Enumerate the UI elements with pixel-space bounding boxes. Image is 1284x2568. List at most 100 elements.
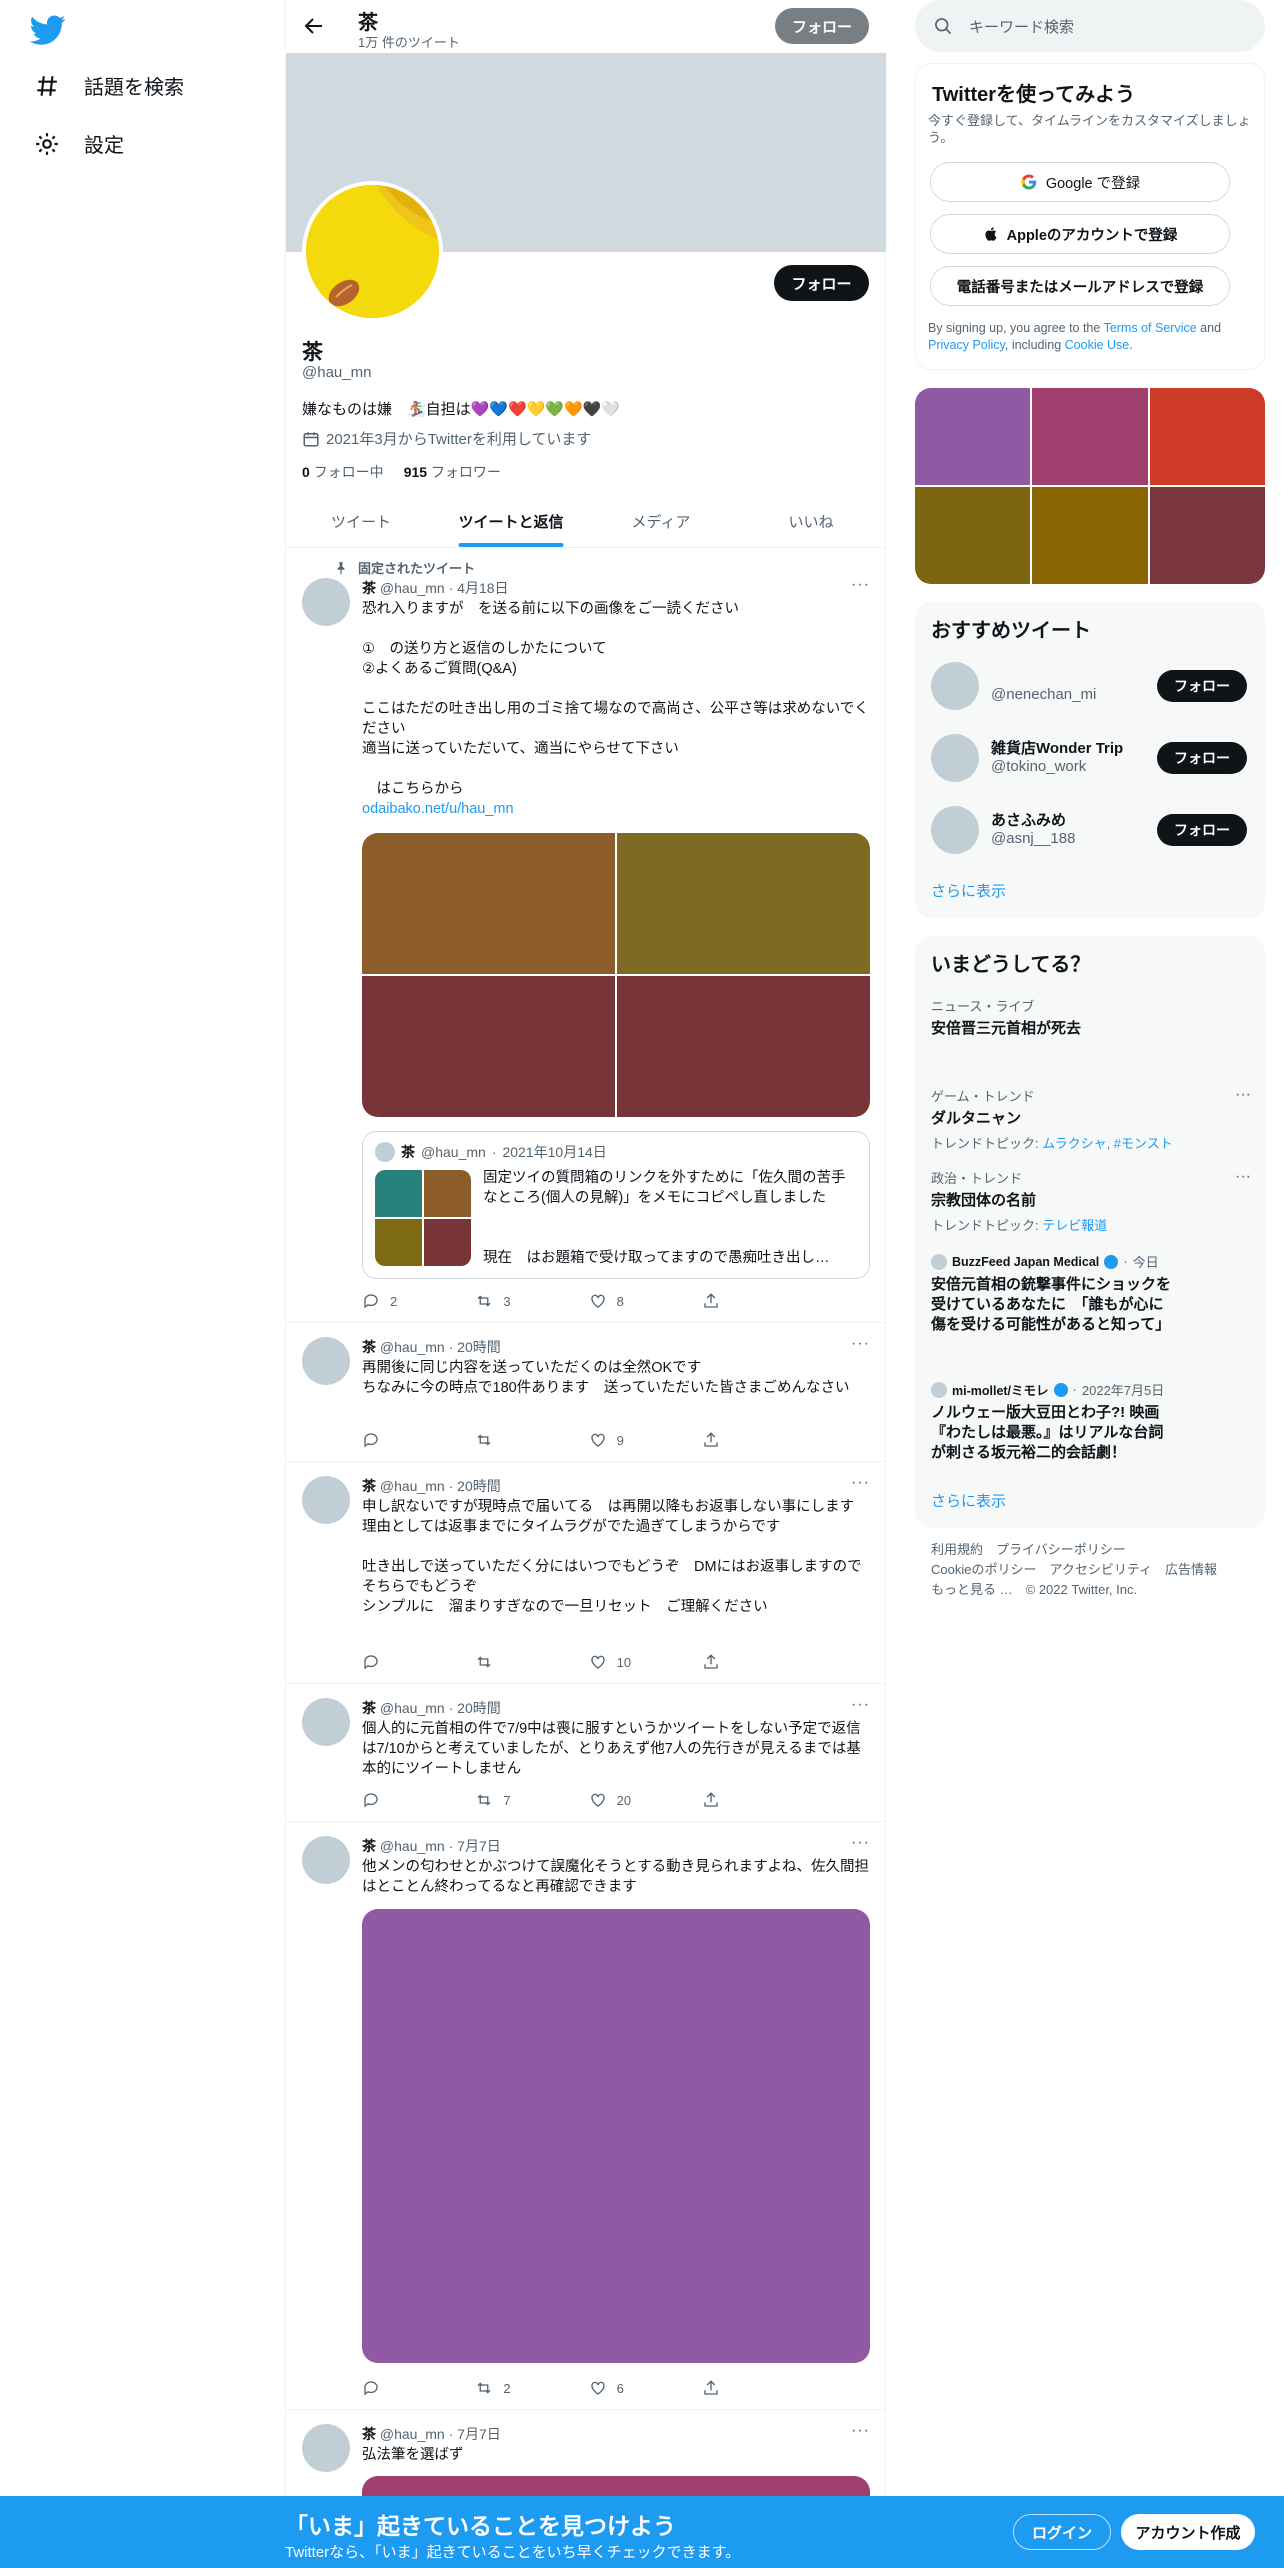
tweet-avatar[interactable] bbox=[302, 1698, 350, 1746]
follow-button[interactable]: フォロー bbox=[1157, 742, 1247, 774]
trend-item[interactable]: ニュース・ライブ 安倍晋三元首相が死去 bbox=[931, 996, 1251, 1039]
footer-more[interactable]: もっと見る … bbox=[931, 1582, 1013, 1597]
phone-email-signup-button[interactable]: 電話番号またはメールアドレスで登録 bbox=[930, 266, 1230, 306]
retweet-button[interactable] bbox=[475, 1653, 565, 1671]
reply-button[interactable]: 2 bbox=[362, 1292, 452, 1310]
profile-avatar[interactable] bbox=[302, 181, 443, 322]
media-thumbnail[interactable] bbox=[1149, 487, 1265, 584]
tweet[interactable]: 茶 @hau_mn · 20時間 ··· 申し訳ないですが現時点で届いてる は再… bbox=[286, 1462, 886, 1684]
share-button[interactable] bbox=[702, 1292, 792, 1310]
signup-button[interactable]: アカウント作成 bbox=[1121, 2514, 1255, 2550]
share-button[interactable] bbox=[702, 1653, 792, 1671]
google-signup-button[interactable]: Google で登録 bbox=[930, 162, 1230, 202]
search-input[interactable]: キーワード検索 bbox=[969, 16, 1074, 37]
more-icon[interactable]: ··· bbox=[1235, 1168, 1251, 1186]
tab-likes[interactable]: いいね bbox=[736, 495, 886, 547]
media-thumbnail[interactable] bbox=[915, 487, 1031, 584]
login-button[interactable]: ログイン bbox=[1013, 2514, 1111, 2550]
footer-links-line2[interactable]: Cookieのポリシー アクセシビリティ 広告情報 bbox=[931, 1560, 1251, 1580]
retweet-button[interactable]: 7 bbox=[475, 1791, 565, 1809]
tweet[interactable]: 固定されたツイート 茶 @hau_mn · 4月18日 ··· 恐れ入りますが … bbox=[286, 548, 886, 1323]
twitter-logo-icon[interactable] bbox=[30, 12, 66, 48]
header-follow-button[interactable]: フォロー bbox=[775, 8, 869, 44]
trend-item[interactable]: 政治・トレンド 宗教団体の名前 トレンドトピック: テレビ報道 ··· bbox=[931, 1168, 1251, 1234]
nav-settings[interactable]: 設定 bbox=[34, 129, 124, 158]
follow-suggestion[interactable]: @nenechan_mi フォロー bbox=[931, 656, 1251, 716]
tweet[interactable]: 茶 @hau_mn · 7月7日 ··· 他メンの匂わせとかぶつけて誤魔化そうと… bbox=[286, 1822, 886, 2410]
follow-suggestion[interactable]: 雑貨店Wonder Trip @tokino_work フォロー bbox=[931, 728, 1251, 788]
following-link[interactable]: 0 フォロー中 bbox=[302, 462, 384, 482]
search-bar[interactable]: キーワード検索 bbox=[915, 0, 1265, 52]
tweet-media-grid[interactable] bbox=[362, 833, 870, 1117]
media-thumbnail[interactable] bbox=[1032, 388, 1148, 485]
reply-button[interactable] bbox=[362, 1653, 452, 1671]
terms-link[interactable]: Terms of Service bbox=[1104, 321, 1197, 335]
back-arrow-icon[interactable] bbox=[302, 14, 326, 38]
media-thumbnail[interactable] bbox=[915, 388, 1031, 485]
tweet[interactable]: 茶 @hau_mn · 20時間 ··· 再開後に同じ内容を送っていただくのは全… bbox=[286, 1323, 886, 1462]
retweet-button[interactable]: 2 bbox=[475, 2379, 565, 2397]
retweet-button[interactable]: 3 bbox=[475, 1292, 565, 1310]
like-button[interactable]: 20 bbox=[589, 1791, 679, 1809]
media-thumbnail[interactable] bbox=[1149, 388, 1265, 485]
apple-signup-button[interactable]: Appleのアカウントで登録 bbox=[930, 214, 1230, 254]
who-to-follow-show-more[interactable]: さらに表示 bbox=[931, 880, 1006, 901]
more-icon[interactable]: ··· bbox=[851, 576, 870, 594]
tweet-avatar[interactable] bbox=[302, 2424, 350, 2472]
tweet-header: 茶 @hau_mn · 20時間 bbox=[362, 1700, 501, 1716]
reply-button[interactable] bbox=[362, 1431, 452, 1449]
tweet-media-image[interactable] bbox=[362, 1909, 870, 2363]
more-icon[interactable]: ··· bbox=[1235, 1086, 1251, 1104]
more-icon[interactable]: ··· bbox=[851, 2422, 870, 2440]
media-image[interactable] bbox=[362, 976, 615, 1117]
follow-button[interactable]: フォロー bbox=[1157, 670, 1247, 702]
news-item[interactable]: mi-mollet/ミモレ · 2022年7月5日 ノルウェー版大豆田とわ子?!… bbox=[931, 1380, 1171, 1463]
trend-item[interactable]: ゲーム・トレンド ダルタニャン トレンドトピック: ムラクシャ, #モンスト ·… bbox=[931, 1086, 1251, 1152]
footer-links-line1[interactable]: 利用規約 プライバシーポリシー bbox=[931, 1540, 1251, 1560]
tweet-avatar[interactable] bbox=[302, 1337, 350, 1385]
tweet-avatar[interactable] bbox=[302, 578, 350, 626]
media-image[interactable] bbox=[362, 833, 615, 974]
media-thumbnail[interactable] bbox=[1032, 487, 1148, 584]
avatar[interactable] bbox=[931, 662, 979, 710]
tweet[interactable]: 茶 @hau_mn · 20時間 ··· 個人的に元首相の件で7/9中は喪に服す… bbox=[286, 1684, 886, 1822]
media-image[interactable] bbox=[617, 833, 870, 974]
privacy-link[interactable]: Privacy Policy bbox=[928, 338, 1005, 352]
tab-tweets[interactable]: ツイート bbox=[286, 495, 436, 547]
tab-tweets-and-replies[interactable]: ツイートと返信 bbox=[436, 495, 586, 547]
google-icon bbox=[1021, 174, 1037, 190]
signup-subtitle: 今すぐ登録して、タイムラインをカスタマイズしましょう。 bbox=[928, 113, 1251, 145]
follow-button[interactable]: フォロー bbox=[1157, 814, 1247, 846]
like-button[interactable]: 10 bbox=[589, 1653, 679, 1671]
like-button[interactable]: 8 bbox=[589, 1292, 679, 1310]
more-icon[interactable]: ··· bbox=[851, 1834, 870, 1852]
tweet-avatar[interactable] bbox=[302, 1836, 350, 1884]
share-button[interactable] bbox=[702, 1791, 792, 1809]
share-button[interactable] bbox=[702, 1431, 792, 1449]
follow-suggestion[interactable]: あさふみめ @asnj__188 フォロー bbox=[931, 800, 1251, 860]
tweet-link[interactable]: odaibako.net/u/hau_mn bbox=[362, 801, 514, 817]
reply-button[interactable] bbox=[362, 1791, 452, 1809]
quoted-tweet[interactable]: 茶 @hau_mn · 2021年10月14日 固定ツイの質問箱のリンクを外すた… bbox=[362, 1131, 870, 1279]
cookie-link[interactable]: Cookie Use bbox=[1065, 338, 1130, 352]
media-image[interactable] bbox=[617, 976, 870, 1117]
avatar[interactable] bbox=[931, 806, 979, 854]
more-icon[interactable]: ··· bbox=[851, 1335, 870, 1353]
reply-button[interactable] bbox=[362, 2379, 452, 2397]
followers-link[interactable]: 915 フォロワー bbox=[404, 462, 501, 482]
tab-media[interactable]: メディア bbox=[586, 495, 736, 547]
profile-follow-button[interactable]: フォロー bbox=[774, 265, 869, 301]
retweet-button[interactable] bbox=[475, 1431, 565, 1449]
more-icon[interactable]: ··· bbox=[851, 1696, 870, 1714]
share-button[interactable] bbox=[702, 2379, 792, 2397]
nav-explore[interactable]: 話題を検索 bbox=[34, 71, 184, 100]
trends-show-more[interactable]: さらに表示 bbox=[931, 1490, 1006, 1511]
news-item[interactable]: BuzzFeed Japan Medical · 今日 安倍元首相の銃撃事件にシ… bbox=[931, 1252, 1171, 1335]
like-button[interactable]: 9 bbox=[589, 1431, 679, 1449]
tweet-actions: 10 bbox=[362, 1653, 792, 1671]
avatar[interactable] bbox=[931, 734, 979, 782]
like-button[interactable]: 6 bbox=[589, 2379, 679, 2397]
more-icon[interactable]: ··· bbox=[851, 1474, 870, 1492]
tweet-avatar[interactable] bbox=[302, 1476, 350, 1524]
media-preview-grid[interactable] bbox=[915, 388, 1265, 584]
